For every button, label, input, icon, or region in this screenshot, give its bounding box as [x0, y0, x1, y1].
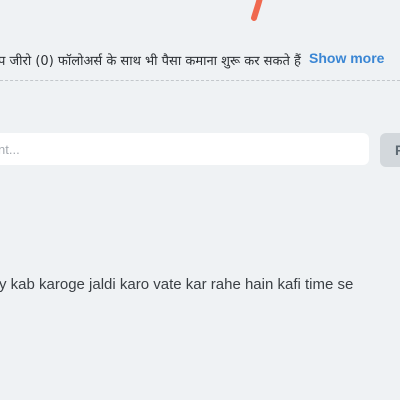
description-row: प जीरो (0) फॉलोअर्स के साथ भी पैसा कमाना…	[0, 48, 400, 70]
description-text: प जीरो (0) फॉलोअर्स के साथ भी पैसा कमाना…	[0, 54, 301, 69]
show-more-link[interactable]: Show more	[309, 50, 385, 66]
comment-input[interactable]	[0, 133, 369, 165]
post-comment-button[interactable]: P	[380, 133, 400, 167]
section-divider	[0, 80, 400, 81]
comment-text: y kab karoge jaldi karo vate kar rahe ha…	[0, 276, 354, 293]
page: प जीरो (0) फॉलोअर्स के साथ भी पैसा कमाना…	[0, 0, 400, 400]
accent-brush-stroke	[251, 0, 263, 21]
